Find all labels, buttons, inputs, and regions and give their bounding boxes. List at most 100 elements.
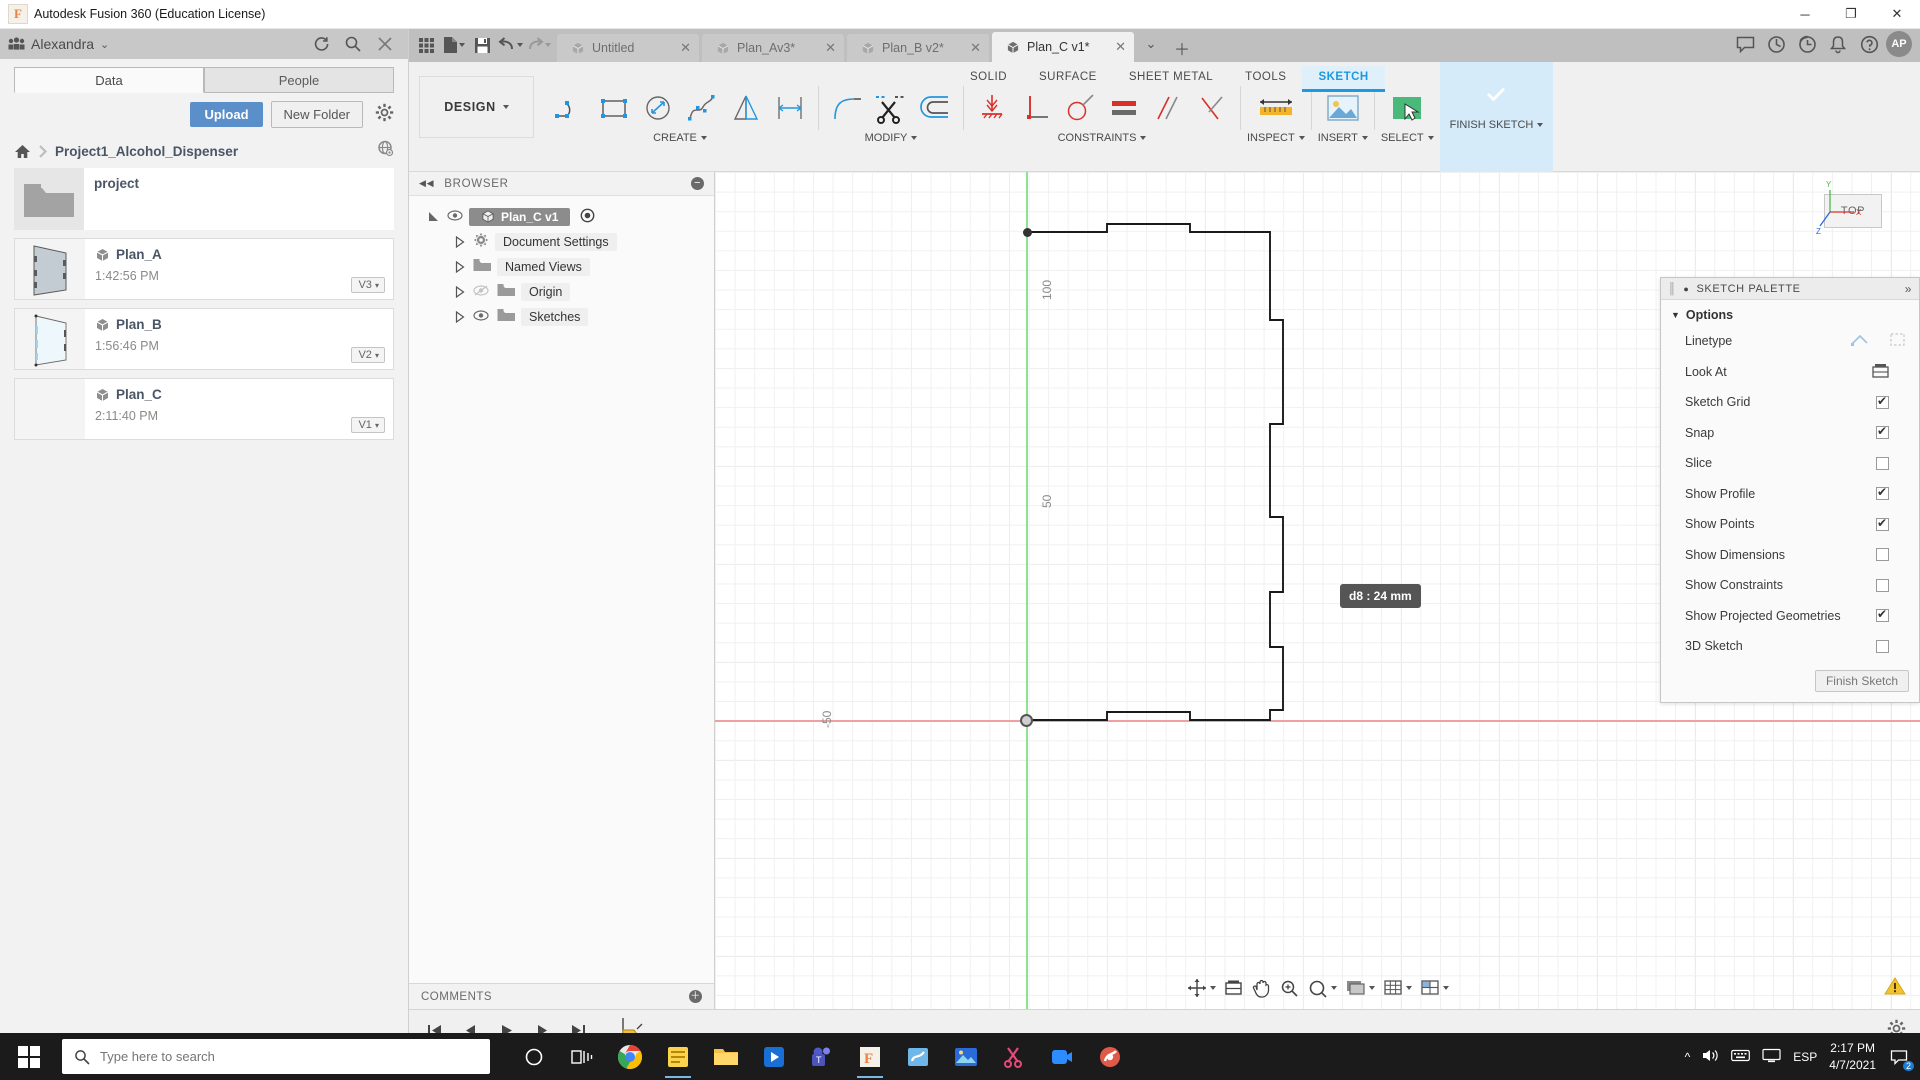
list-item[interactable]: project <box>14 168 394 230</box>
dimension-badge[interactable]: d8 : 24 mm <box>1340 584 1421 608</box>
home-icon[interactable] <box>14 144 31 159</box>
show-dimensions-checkbox[interactable] <box>1876 548 1889 562</box>
media-player-icon[interactable] <box>752 1035 796 1079</box>
palette-row-slice[interactable]: Slice <box>1661 448 1919 479</box>
zoom-window-tool-icon[interactable] <box>1305 975 1340 1001</box>
expand-triangle-icon[interactable] <box>453 260 467 273</box>
sketch-start-point[interactable] <box>1023 228 1032 237</box>
group-label-select[interactable]: SELECT <box>1381 132 1434 144</box>
search-input[interactable] <box>100 1049 478 1064</box>
save-icon[interactable] <box>469 33 495 57</box>
comments-icon[interactable] <box>1731 31 1759 57</box>
user-name[interactable]: Alexandra <box>31 36 94 52</box>
viewport-layout-icon[interactable] <box>1417 975 1452 1001</box>
show-constraints-checkbox[interactable] <box>1876 578 1889 592</box>
zoom-tool-icon[interactable] <box>1277 975 1303 1001</box>
version-badge[interactable]: V1 ▾ <box>351 417 385 433</box>
palette-row-show-dimensions[interactable]: Show Dimensions <box>1661 540 1919 571</box>
group-label-finish-sketch[interactable]: FINISH SKETCH <box>1450 119 1544 131</box>
coincident-constraint[interactable] <box>1190 86 1234 130</box>
keyboard-icon[interactable] <box>1731 1049 1751 1065</box>
minimize-icon[interactable]: ─ <box>1782 0 1828 29</box>
palette-row-3d-sketch[interactable]: 3D Sketch <box>1661 631 1919 662</box>
tangent-constraint[interactable] <box>1058 86 1102 130</box>
show-projected-geometries-checkbox[interactable] <box>1876 607 1889 623</box>
tree-node-named-views[interactable]: Named Views <box>409 254 714 279</box>
upload-button[interactable]: Upload <box>190 102 263 127</box>
spline-tool[interactable] <box>680 86 724 130</box>
version-badge[interactable]: V2 ▾ <box>351 347 385 363</box>
start-button[interactable] <box>0 1033 58 1080</box>
palette-expand-icon[interactable]: » <box>1905 282 1912 296</box>
sketch-grid-checkbox[interactable] <box>1876 394 1889 409</box>
chrome-icon[interactable] <box>608 1035 652 1079</box>
rectangle-tool[interactable] <box>592 86 636 130</box>
doc-tab-untitled[interactable]: Untitled ✕ <box>557 34 699 62</box>
doc-tab-close-icon[interactable]: ✕ <box>670 40 691 56</box>
expand-triangle-icon[interactable] <box>427 211 441 223</box>
undo-icon[interactable] <box>497 33 523 57</box>
paint3d-icon[interactable] <box>896 1035 940 1079</box>
user-dropdown-caret[interactable]: ⌄ <box>100 38 109 51</box>
group-label-create[interactable]: CREATE <box>653 132 707 144</box>
linetype-normal-icon[interactable] <box>1851 332 1868 350</box>
tab-data[interactable]: Data <box>14 67 204 93</box>
tab-overflow-caret-icon[interactable]: ⌄ <box>1137 34 1165 62</box>
taskbar-search[interactable] <box>62 1039 490 1074</box>
group-label-modify[interactable]: MODIFY <box>865 132 918 144</box>
line-tool[interactable] <box>548 86 592 130</box>
tree-node-document-settings[interactable]: Document Settings <box>409 229 714 254</box>
visibility-eye-off-icon[interactable] <box>473 284 489 299</box>
tree-node-plan-c[interactable]: Plan_C v1 <box>409 204 714 229</box>
palette-row-snap[interactable]: Snap <box>1661 418 1919 449</box>
palette-row-show-projected-geometries[interactable]: Show Projected Geometries <box>1661 601 1919 632</box>
doc-tab-plan-a[interactable]: Plan_Av3* ✕ <box>702 34 844 62</box>
finish-sketch-button[interactable]: Finish Sketch <box>1814 669 1909 692</box>
view-cube[interactable]: Y X Z TOP <box>1816 180 1886 238</box>
refresh-icon[interactable] <box>312 35 330 53</box>
comments-bar[interactable]: COMMENTS ＋ <box>409 983 714 1009</box>
palette-row-show-points[interactable]: Show Points <box>1661 509 1919 540</box>
slice-checkbox[interactable] <box>1876 456 1889 470</box>
app-grid-icon[interactable] <box>413 33 439 57</box>
maximize-icon[interactable]: ❐ <box>1828 0 1874 29</box>
doc-tab-close-icon[interactable]: ✕ <box>960 40 981 56</box>
dimension-tool[interactable] <box>768 86 812 130</box>
look-at-icon[interactable] <box>1872 363 1889 381</box>
visibility-eye-icon[interactable] <box>473 309 489 324</box>
perpendicular-constraint[interactable] <box>1014 86 1058 130</box>
workspace-switcher-button[interactable]: DESIGN <box>419 76 534 138</box>
snip-tool-icon[interactable] <box>992 1035 1036 1079</box>
file-explorer-icon[interactable] <box>704 1035 748 1079</box>
circle-tool[interactable] <box>636 86 680 130</box>
select-tool[interactable] <box>1382 86 1432 130</box>
mirror-tool[interactable] <box>724 86 768 130</box>
redo-icon[interactable] <box>525 33 551 57</box>
doc-tab-plan-b[interactable]: Plan_B v2* ✕ <box>847 34 989 62</box>
zoom-app-icon[interactable] <box>1040 1035 1084 1079</box>
list-item[interactable]: Plan_A 1:42:56 PM V3 ▾ <box>14 238 394 300</box>
help-icon[interactable] <box>1855 31 1883 57</box>
doc-tab-close-icon[interactable]: ✕ <box>815 40 836 56</box>
activate-component-icon[interactable] <box>580 208 595 226</box>
sticky-notes-icon[interactable] <box>656 1035 700 1079</box>
palette-row-show-constraints[interactable]: Show Constraints <box>1661 570 1919 601</box>
photos-icon[interactable] <box>944 1035 988 1079</box>
cortana-circle-icon[interactable] <box>512 1035 556 1079</box>
palette-row-sketch-grid[interactable]: Sketch Grid <box>1661 387 1919 418</box>
palette-grip-icon[interactable]: ║ <box>1668 283 1676 295</box>
doc-tab-plan-c[interactable]: Plan_C v1* ✕ <box>992 32 1134 62</box>
trim-tool[interactable] <box>869 86 913 130</box>
task-view-icon[interactable] <box>560 1035 604 1079</box>
show-profile-checkbox[interactable] <box>1876 485 1889 501</box>
group-label-insert[interactable]: INSERT <box>1318 132 1368 144</box>
globe-icon[interactable] <box>377 140 394 162</box>
tray-expand-icon[interactable]: ^ <box>1685 1050 1691 1064</box>
sketch-palette-header[interactable]: ║ ● SKETCH PALETTE » <box>1661 278 1919 300</box>
browser-app-icon[interactable] <box>1088 1035 1132 1079</box>
insert-image-tool[interactable] <box>1318 86 1368 130</box>
expand-triangle-icon[interactable] <box>453 310 467 323</box>
volume-icon[interactable] <box>1702 1048 1719 1066</box>
group-label-inspect[interactable]: INSPECT <box>1247 132 1305 144</box>
palette-row-look-at[interactable]: Look At <box>1661 357 1919 388</box>
